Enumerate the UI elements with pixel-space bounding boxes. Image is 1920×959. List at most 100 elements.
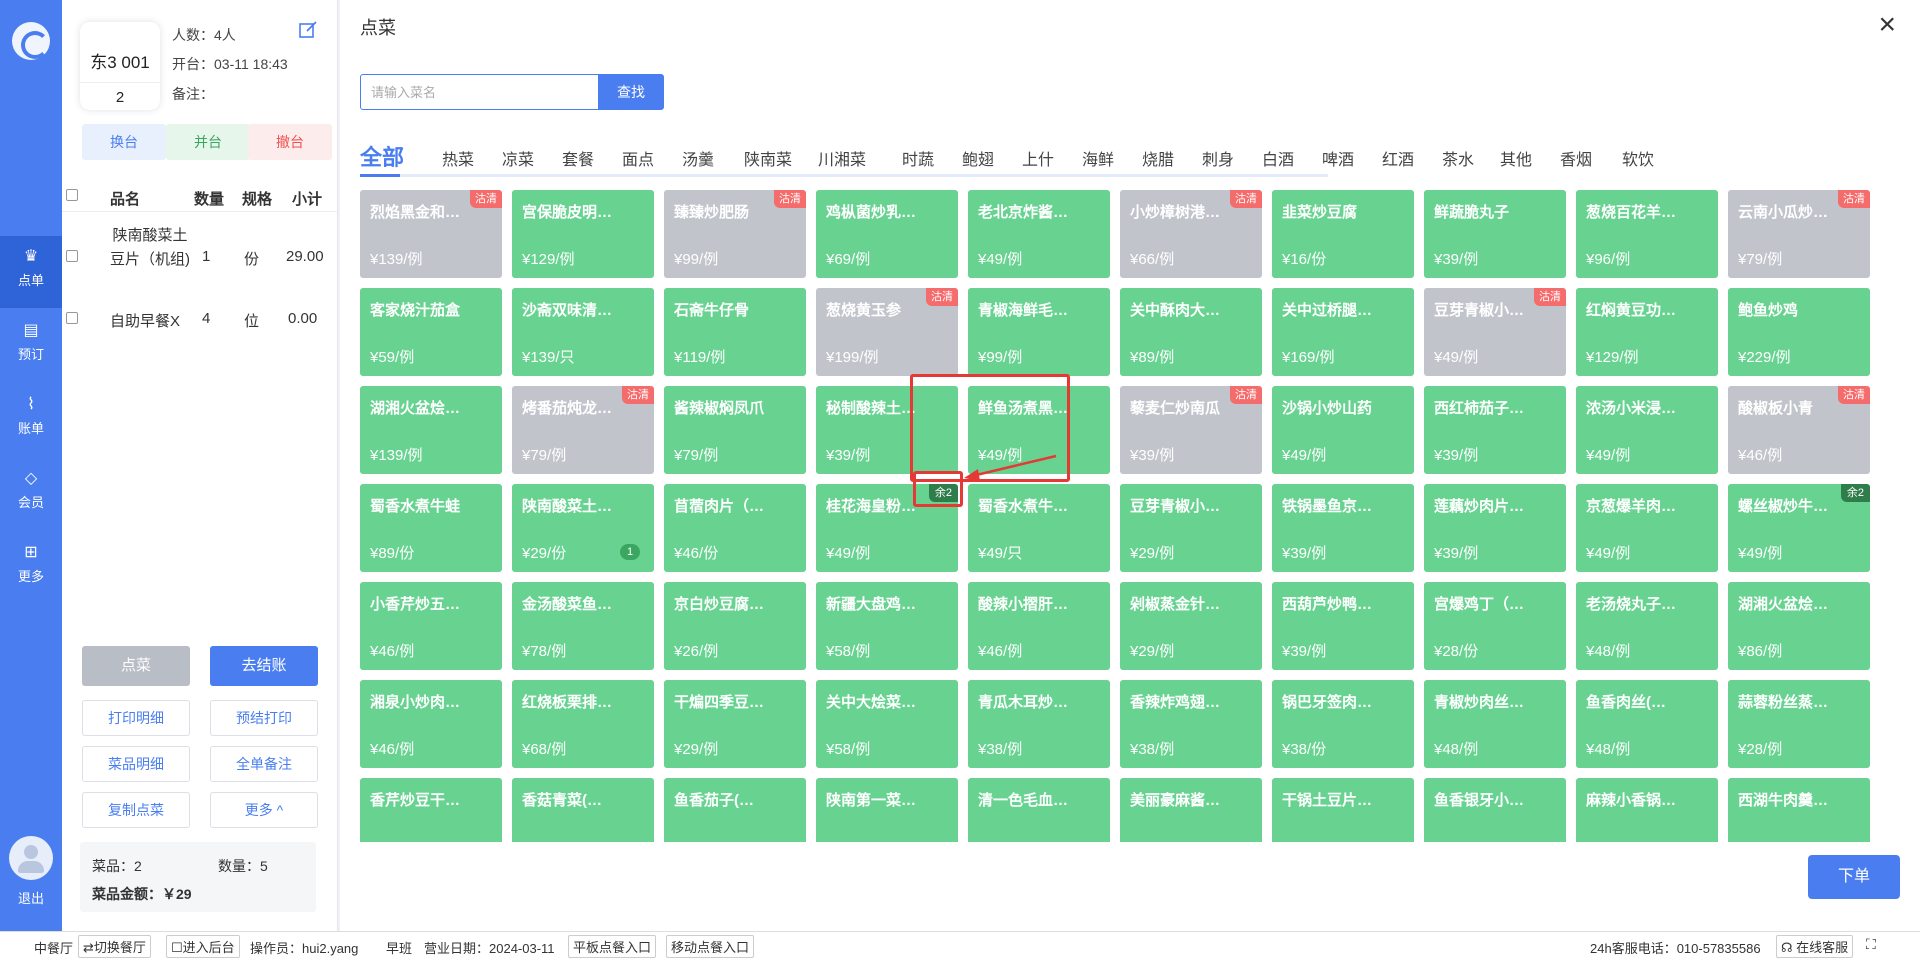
category-tab[interactable]: 软饮 (1622, 146, 1654, 170)
dish-card[interactable]: 鱼香茄子(… (664, 778, 806, 842)
dish-card[interactable]: 红烧板栗排… ¥68/例 (512, 680, 654, 768)
dish-card[interactable]: 蜀香水煮牛蛙 ¥89/份 (360, 484, 502, 572)
dish-card[interactable]: 湖湘火盆烩… ¥139/例 (360, 386, 502, 474)
category-tab[interactable]: 茶水 (1442, 146, 1474, 170)
dish-card[interactable]: 沙斋双味清… ¥139/只 (512, 288, 654, 376)
row-checkbox[interactable] (66, 312, 78, 324)
cancel-table-button[interactable]: 撤台 (248, 124, 332, 160)
dish-card[interactable]: 陕南第一菜… (816, 778, 958, 842)
dish-card[interactable]: 西葫芦炒鸭… ¥39/例 (1272, 582, 1414, 670)
dish-card[interactable]: 香芹炒豆干… (360, 778, 502, 842)
close-icon[interactable]: × (1878, 10, 1896, 40)
order-row[interactable]: 自助早餐X 4 位 0.00 (62, 306, 338, 334)
dish-card[interactable]: 鱼香肉丝(… ¥48/例 (1576, 680, 1718, 768)
dish-card[interactable]: 金汤酸菜鱼… ¥78/例 (512, 582, 654, 670)
online-support-button[interactable]: ☊ 在线客服 (1776, 935, 1854, 958)
dish-card[interactable]: 关中酥肉大… ¥89/例 (1120, 288, 1262, 376)
more-button[interactable]: 更多 ^ (210, 792, 318, 828)
dish-card[interactable]: 螺丝椒炒牛… ¥49/例 余2 (1728, 484, 1870, 572)
dish-card[interactable]: 鲜蔬脆丸子 ¥39/例 (1424, 190, 1566, 278)
dish-card[interactable]: 莲藕炒肉片… ¥39/例 (1424, 484, 1566, 572)
dish-card[interactable]: 铁锅墨鱼京… ¥39/例 (1272, 484, 1414, 572)
dish-card[interactable]: 臻臻炒肥肠 ¥99/例 沽清 (664, 190, 806, 278)
avatar[interactable] (9, 836, 53, 880)
dish-card[interactable]: 新疆大盘鸡… ¥58/例 (816, 582, 958, 670)
dish-card[interactable]: 京葱爆羊肉… ¥49/例 (1576, 484, 1718, 572)
category-tab[interactable]: 啤酒 (1322, 146, 1354, 170)
dish-card[interactable]: 蜀香水煮牛… ¥49/只 (968, 484, 1110, 572)
dish-card[interactable]: 小香芹炒五… ¥46/例 (360, 582, 502, 670)
nav-item-order[interactable]: ♛ 点单 (0, 236, 62, 308)
tablet-entry-button[interactable]: 平板点餐入口 (568, 935, 657, 958)
category-tab[interactable]: 凉菜 (502, 146, 534, 170)
dish-card[interactable]: 干锅土豆片… (1272, 778, 1414, 842)
order-dish-button[interactable]: 点菜 (82, 646, 190, 686)
dish-card[interactable]: 鲍鱼炒鸡 ¥229/例 (1728, 288, 1870, 376)
backend-button[interactable]: ☐进入后台 (166, 935, 240, 958)
category-tab[interactable]: 陕南菜 (744, 146, 792, 170)
category-tab[interactable]: 鲍翅 (962, 146, 994, 170)
dish-card[interactable]: 剁椒蒸金针… ¥29/例 (1120, 582, 1262, 670)
dish-card[interactable]: 西湖牛肉羹… (1728, 778, 1870, 842)
dish-card[interactable]: 烈焰黑金和… ¥139/例 沽清 (360, 190, 502, 278)
dish-card[interactable]: 韭菜炒豆腐 ¥16/份 (1272, 190, 1414, 278)
dish-card[interactable]: 苜蓿肉片（… ¥46/份 (664, 484, 806, 572)
dish-card[interactable]: 蒜蓉粉丝蒸… ¥28/例 (1728, 680, 1870, 768)
place-order-button[interactable]: 下单 (1808, 855, 1900, 899)
dish-card[interactable]: 藜麦仁炒南瓜 ¥39/例 沽清 (1120, 386, 1262, 474)
select-all-checkbox[interactable] (66, 189, 78, 201)
mobile-entry-button[interactable]: 移动点餐入口 (666, 935, 755, 958)
category-tab[interactable]: 川湘菜 (818, 146, 866, 170)
dish-card[interactable]: 湘泉小炒肉… ¥46/例 (360, 680, 502, 768)
dish-card[interactable]: 石斋牛仔骨 ¥119/例 (664, 288, 806, 376)
dish-card[interactable]: 美丽豪麻酱… (1120, 778, 1262, 842)
category-tab[interactable]: 套餐 (562, 146, 594, 170)
dish-card[interactable]: 香辣炸鸡翅… ¥38/例 (1120, 680, 1262, 768)
copy-order-button[interactable]: 复制点菜 (82, 792, 190, 828)
dish-card[interactable]: 香菇青菜(… (512, 778, 654, 842)
category-tab[interactable]: 汤羹 (682, 146, 714, 170)
dish-card[interactable]: 关中大烩菜… ¥58/例 (816, 680, 958, 768)
dish-card[interactable]: 老北京炸酱… ¥49/例 (968, 190, 1110, 278)
nav-item-reservation[interactable]: ▤ 预订 (0, 310, 62, 382)
dish-card[interactable]: 豆芽青椒小… ¥29/例 (1120, 484, 1262, 572)
print-detail-button[interactable]: 打印明细 (82, 700, 190, 736)
dish-card[interactable]: 烤番茄炖龙… ¥79/例 沽清 (512, 386, 654, 474)
table-card[interactable]: 东3 001 2 (80, 22, 160, 110)
dish-card[interactable]: 云南小瓜炒… ¥79/例 沽清 (1728, 190, 1870, 278)
dish-card[interactable]: 宫爆鸡丁（… ¥28/份 (1424, 582, 1566, 670)
category-tab[interactable]: 白酒 (1262, 146, 1294, 170)
dish-card[interactable]: 鸡枞菌炒乳… ¥69/例 (816, 190, 958, 278)
category-tab[interactable]: 刺身 (1202, 146, 1234, 170)
dish-card[interactable]: 酸辣小摺肝… ¥46/例 (968, 582, 1110, 670)
order-row[interactable]: 陕南酸菜土豆片（机组) 1 份 29.00 (62, 222, 338, 292)
dish-card[interactable]: 老汤烧丸子… ¥48/例 (1576, 582, 1718, 670)
category-tab[interactable]: 海鲜 (1082, 146, 1114, 170)
dish-card[interactable]: 干煸四季豆… ¥29/例 (664, 680, 806, 768)
nav-item-more[interactable]: ⊞ 更多 (0, 532, 62, 604)
search-input[interactable] (360, 74, 600, 110)
dish-card[interactable]: 青瓜木耳炒… ¥38/例 (968, 680, 1110, 768)
dish-card[interactable]: 陕南酸菜土… ¥29/份 1 (512, 484, 654, 572)
dish-card[interactable]: 关中过桥腿… ¥169/例 (1272, 288, 1414, 376)
change-table-button[interactable]: 换台 (82, 124, 166, 160)
exit-button[interactable]: 退出 (0, 888, 62, 907)
dish-card[interactable]: 锅巴牙签肉… ¥38/份 (1272, 680, 1414, 768)
category-tab[interactable]: 红酒 (1382, 146, 1414, 170)
dish-card[interactable]: 酸椒板小青 ¥46/例 沽清 (1728, 386, 1870, 474)
switch-hall-button[interactable]: ⇄切换餐厅 (78, 935, 151, 958)
dish-card[interactable]: 青椒炒肉丝… ¥48/例 (1424, 680, 1566, 768)
category-tab[interactable]: 热菜 (442, 146, 474, 170)
dish-card[interactable]: 沙锅小炒山药 ¥49/例 (1272, 386, 1414, 474)
dish-card[interactable]: 麻辣小香锅… (1576, 778, 1718, 842)
dish-card[interactable]: 红焖黄豆功… ¥129/例 (1576, 288, 1718, 376)
category-tab[interactable]: 其他 (1500, 146, 1532, 170)
dish-card[interactable]: 清一色毛血… (968, 778, 1110, 842)
checkout-button[interactable]: 去结账 (210, 646, 318, 686)
dish-card[interactable]: 葱烧黄玉参 ¥199/例 沽清 (816, 288, 958, 376)
pre-print-button[interactable]: 预结打印 (210, 700, 318, 736)
category-tab[interactable]: 上什 (1022, 146, 1054, 170)
dish-card[interactable]: 葱烧百花羊… ¥96/例 (1576, 190, 1718, 278)
category-tab[interactable]: 时蔬 (902, 146, 934, 170)
dish-card[interactable]: 小炒樟树港… ¥66/例 沽清 (1120, 190, 1262, 278)
